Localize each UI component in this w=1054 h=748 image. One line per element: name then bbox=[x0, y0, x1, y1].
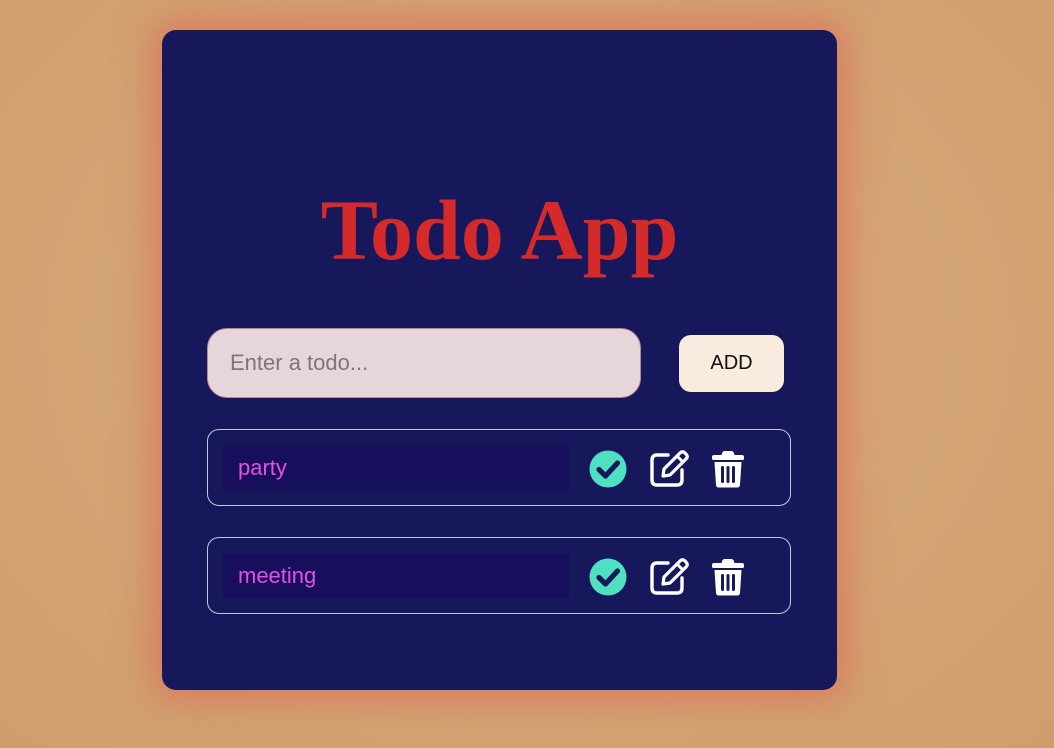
todo-item: party bbox=[207, 429, 791, 506]
check-circle-icon[interactable] bbox=[588, 557, 628, 597]
todo-text: party bbox=[223, 445, 569, 490]
pen-to-square-icon[interactable] bbox=[648, 449, 689, 489]
add-button[interactable]: ADD bbox=[679, 335, 784, 392]
pen-to-square-icon[interactable] bbox=[648, 557, 689, 597]
check-circle-icon[interactable] bbox=[588, 449, 628, 489]
todo-input[interactable] bbox=[207, 328, 641, 398]
todo-card: Todo App ADD party bbox=[162, 30, 837, 690]
trash-can-icon[interactable] bbox=[710, 449, 750, 489]
todo-item: meeting bbox=[207, 537, 791, 614]
todo-text: meeting bbox=[223, 553, 569, 598]
trash-can-icon[interactable] bbox=[710, 557, 750, 597]
app-title: Todo App bbox=[320, 182, 679, 278]
